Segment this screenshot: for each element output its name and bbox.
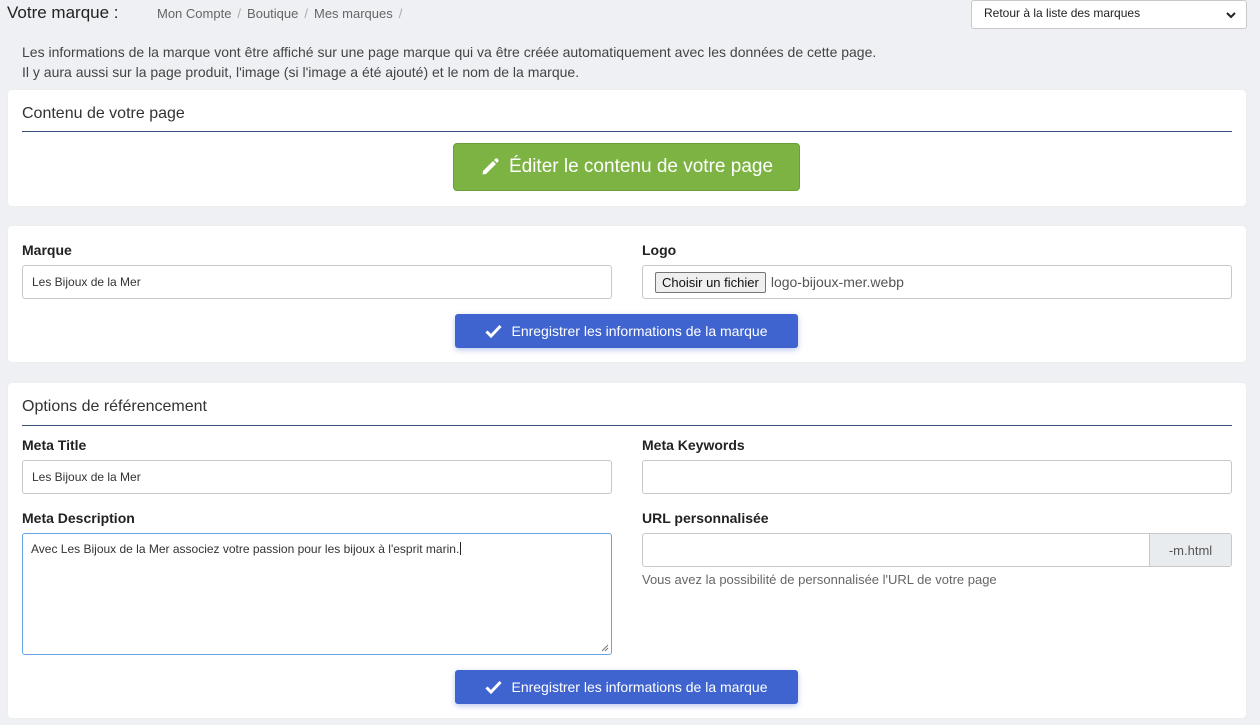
file-name: logo-bijoux-mer.webp [770,274,904,290]
intro-line-2: Il y aura aussi sur la page produit, l'i… [22,64,580,80]
meta-keywords-input[interactable] [642,460,1232,494]
content-section-card: Contenu de votre page Éditer le contenu … [8,90,1246,206]
top-bar: Votre marque : Mon Compte / Boutique / Mes… [0,0,1260,30]
custom-url-input[interactable] [643,534,1149,566]
intro-line-1: Les informations de la marque vont être … [22,44,877,60]
save-brand-button-label: Enregistrer les informations de la marqu… [511,323,768,339]
seo-options-card: Options de référencement Meta Title Les … [8,383,1246,718]
meta-description-value: Avec Les Bijoux de la Mer associez votre… [31,542,460,556]
brand-info-card: Marque Les Bijoux de la Mer Logo Choisir… [8,226,1246,362]
choose-file-button[interactable]: Choisir un fichier [655,271,766,293]
check-icon [485,324,503,338]
custom-url-help-text: Vous avez la possibilité de personnalisé… [642,572,997,587]
meta-description-textarea[interactable]: Avec Les Bijoux de la Mer associez votre… [22,533,612,655]
breadcrumb-item-mes-marques[interactable]: Mes marques [314,6,393,21]
save-seo-button-label: Enregistrer les informations de la marqu… [511,679,768,695]
chevron-down-icon [1226,12,1236,19]
brand-name-input[interactable]: Les Bijoux de la Mer [22,265,612,299]
logo-label: Logo [642,242,677,258]
section-divider [22,131,1232,132]
back-select-value: Retour à la liste des marques [984,6,1141,20]
breadcrumb-separator: / [237,6,242,21]
url-suffix-addon: -m.html [1149,534,1231,566]
seo-section-title: Options de référencement [22,398,207,415]
meta-title-input[interactable]: Les Bijoux de la Mer [22,460,612,494]
edit-button-label: Éditer le contenu de votre page [508,156,774,177]
meta-keywords-label: Meta Keywords [642,437,745,453]
custom-url-label: URL personnalisée [642,510,769,526]
intro-text: Les informations de la marque vont être … [22,42,876,82]
breadcrumb-separator: / [304,6,308,21]
text-caret [460,542,462,555]
save-brand-button[interactable]: Enregistrer les informations de la marqu… [455,314,798,348]
breadcrumb-item-mon-compte[interactable]: Mon Compte [157,6,231,21]
check-icon [485,680,503,694]
brand-label: Marque [22,242,72,258]
breadcrumb-item-boutique[interactable]: Boutique [247,6,298,21]
custom-url-input-group: -m.html [642,533,1232,567]
brand-name-value: Les Bijoux de la Mer [32,275,141,289]
meta-title-label: Meta Title [22,437,87,453]
back-to-brands-select[interactable]: Retour à la liste des marques [971,0,1247,29]
resize-handle-icon[interactable] [601,644,609,652]
section-divider [22,425,1232,426]
save-seo-button[interactable]: Enregistrer les informations de la marqu… [455,670,798,704]
content-section-title: Contenu de votre page [22,105,185,122]
pencil-icon [482,158,499,175]
breadcrumb: Mon Compte / Boutique / Mes marques / [157,6,408,21]
meta-description-label: Meta Description [22,510,135,526]
meta-title-value: Les Bijoux de la Mer [32,470,141,484]
breadcrumb-separator: / [398,6,403,21]
logo-file-input[interactable]: Choisir un fichier logo-bijoux-mer.webp [642,265,1232,299]
page-title: Votre marque : [7,3,119,22]
edit-page-content-button[interactable]: Éditer le contenu de votre page [453,143,800,191]
